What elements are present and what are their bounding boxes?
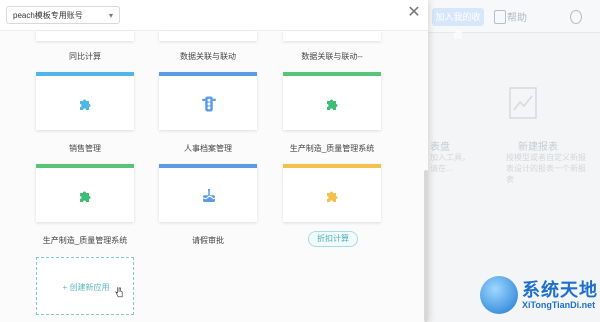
tile-label: 生产制造_质量管理系统 bbox=[42, 236, 128, 245]
puzzle-icon bbox=[327, 99, 338, 110]
background-left-sub: 加入工具，请在... bbox=[430, 153, 470, 173]
traffic-light-icon bbox=[202, 96, 216, 112]
report-icon bbox=[509, 87, 537, 119]
tile-partial-1[interactable] bbox=[36, 31, 134, 41]
background-button: 加入我的收藏 bbox=[432, 8, 484, 40]
app-tile-quality-1[interactable] bbox=[283, 72, 381, 130]
chevron-down-icon: ▾ bbox=[108, 11, 113, 20]
tile-label: 数据关联与联动-- bbox=[301, 52, 363, 61]
puzzle-icon bbox=[327, 191, 338, 202]
app-tile-leave[interactable] bbox=[159, 164, 257, 222]
tile-partial-3[interactable] bbox=[283, 31, 381, 41]
cake-icon bbox=[202, 188, 216, 202]
tile-label: 生产制造_质量管理系统 bbox=[289, 144, 375, 153]
account-select-value: peach模板专用账号 bbox=[13, 11, 83, 20]
watermark: 系统天地 XiTongTianDi.net bbox=[480, 266, 600, 322]
app-tile-hr[interactable] bbox=[159, 72, 257, 130]
watermark-url: XiTongTianDi.net bbox=[522, 300, 596, 310]
account-select[interactable]: peach模板专用账号 ▾ bbox=[6, 6, 120, 24]
app-picker-panel: peach模板专用账号 ▾ ✕ 同比计算 数据关联与联动 数据关联与联动-- 销… bbox=[0, 0, 428, 322]
tile-label: 销售管理 bbox=[69, 144, 101, 153]
tile-label: 同比计算 bbox=[69, 52, 101, 61]
scrollbar[interactable] bbox=[424, 170, 428, 322]
tile-label: 请假审批 bbox=[192, 236, 224, 245]
app-tile-sales[interactable] bbox=[36, 72, 134, 130]
refresh-icon bbox=[570, 10, 582, 24]
watermark-logo bbox=[480, 276, 518, 314]
puzzle-icon bbox=[80, 99, 91, 110]
background-card-sub: 按模型或者自定义新报表设计的报表一个新报表 bbox=[506, 153, 586, 184]
panel-header: peach模板专用账号 ▾ ✕ bbox=[0, 0, 428, 31]
puzzle-icon bbox=[80, 191, 91, 202]
background-card-title: 新建报表 bbox=[518, 142, 558, 153]
hand-cursor-icon bbox=[115, 287, 123, 298]
watermark-title: 系统天地 bbox=[522, 280, 598, 300]
tile-label: 数据关联与联动 bbox=[180, 52, 236, 61]
close-icon[interactable]: ✕ bbox=[406, 5, 422, 21]
background-left-title: 表盘 bbox=[430, 142, 450, 153]
tile-label: 人事档案管理 bbox=[184, 144, 232, 153]
tile-label: 折扣计算 bbox=[308, 231, 358, 247]
tile-partial-2[interactable] bbox=[159, 31, 257, 41]
app-tile-discount[interactable] bbox=[283, 164, 381, 222]
mobile-icon bbox=[494, 10, 506, 24]
app-tile-quality-2[interactable] bbox=[36, 164, 134, 222]
help-link: 帮助 bbox=[507, 13, 527, 24]
